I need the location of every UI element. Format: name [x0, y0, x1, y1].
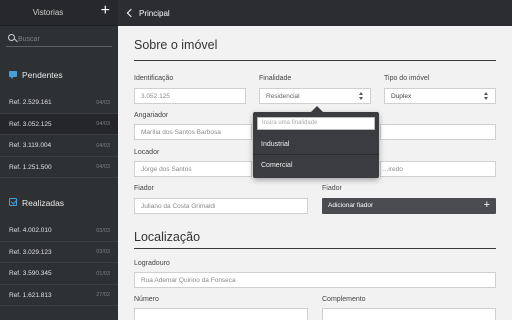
list-item-date: 03/03 [96, 227, 110, 234]
logradouro-field[interactable]: Rua Ademar Quirino da Fonseca [134, 272, 496, 288]
list-item-date: 03/03 [96, 249, 110, 255]
complemento-field[interactable] [322, 308, 496, 320]
list-item-date: 01/03 [96, 270, 110, 277]
back-button[interactable]: Principal [126, 6, 170, 20]
list-item-date: 04/03 [96, 99, 110, 106]
plus-icon: + [483, 199, 490, 211]
locador-label: Locador [134, 149, 160, 156]
complemento-label: Complemento [322, 296, 366, 303]
select-arrows-icon [359, 92, 364, 101]
list-item[interactable]: Ref. 4.002.010 03/03 [0, 220, 118, 242]
list-item[interactable]: Ref. 3.119.004 04/03 [0, 135, 118, 157]
chat-icon [9, 71, 17, 79]
list-item-ref: Ref. 4.002.010 [9, 227, 52, 234]
search-box[interactable] [6, 33, 112, 47]
locador-field[interactable]: Jorge dos Santos [134, 161, 252, 177]
sidebar-header: Vistorias + [0, 0, 118, 26]
tipo-select[interactable]: Duplex [384, 88, 496, 104]
add-fiador-button[interactable]: Adicionar fiador + [322, 198, 496, 214]
list-item-date: 04/03 [96, 142, 110, 149]
finalidade-value: Residencial [266, 93, 300, 100]
list-item[interactable]: Ref. 2.529.161 04/03 [0, 92, 118, 114]
list-item-ref: Ref. 3.052.125 [9, 120, 52, 128]
identificacao-field[interactable]: 3.052.125 [134, 88, 246, 104]
list-item-ref: Ref. 3.029.123 [9, 248, 52, 256]
section-divider [134, 60, 496, 61]
angariador-field[interactable]: Marília dos Santos Barbosa [134, 124, 252, 140]
section-title-localizacao: Localização [134, 230, 201, 244]
finalidade-select[interactable]: Residencial [259, 88, 371, 104]
chevron-left-icon [126, 8, 136, 18]
search-input[interactable] [18, 33, 110, 45]
option-industrial[interactable]: Industrial [253, 135, 379, 155]
checkbox-icon [9, 198, 17, 206]
list-item-ref: Ref. 1.251.500 [9, 163, 52, 171]
select-arrows-icon [484, 92, 489, 101]
section-title-sobre: Sobre o imóvel [134, 38, 218, 52]
list-item[interactable]: Ref. 1.621.813 27/02 [0, 285, 118, 306]
list-item-date: 04/03 [96, 121, 110, 127]
fiador1-label: Fiador [134, 185, 154, 192]
finalidade-new-input[interactable]: Insira uma finalidade [257, 117, 375, 130]
identificacao-label: Identificação [134, 75, 174, 82]
list-item-date: 04/03 [96, 164, 110, 170]
section-realizadas: Realizadas [0, 193, 118, 213]
list-item-ref: Ref. 1.621.813 [9, 291, 52, 299]
section-realizadas-label: Realizadas [22, 198, 65, 208]
fiador1-field[interactable]: Juliano da Costa Grimaldi [134, 198, 308, 214]
back-button-label: Principal [139, 8, 170, 18]
list-item[interactable]: Ref. 3.590.345 01/03 [0, 263, 118, 285]
add-vistoria-button[interactable]: + [101, 3, 110, 19]
logradouro-label: Logradouro [134, 260, 170, 267]
tipo-label: Tipo do imóvel [384, 75, 430, 82]
list-item-date: 27/02 [96, 292, 110, 298]
section-pendentes: Pendentes [0, 65, 118, 85]
sidebar-title: Vistorias [32, 8, 64, 17]
tipo-value: Duplex [391, 93, 412, 100]
section-divider [134, 248, 496, 249]
list-item-ref: Ref. 2.529.161 [9, 99, 52, 106]
finalidade-label: Finalidade [259, 75, 292, 82]
search-icon [8, 34, 15, 41]
finalidade-dropdown: Insira uma finalidade Industrial Comerci… [253, 106, 379, 178]
top-bar: Principal [118, 0, 512, 26]
angariador-field-2[interactable] [380, 124, 496, 140]
sidebar: Vistorias + Pendentes Ref. 2.529.161 04/… [0, 0, 118, 320]
list-item[interactable]: Ref. 1.251.500 04/03 [0, 157, 118, 178]
done-list: Ref. 4.002.010 03/03 Ref. 3.029.123 03/0… [0, 220, 118, 306]
section-pendentes-label: Pendentes [22, 70, 63, 80]
pending-list: Ref. 2.529.161 04/03 Ref. 3.052.125 04/0… [0, 92, 118, 178]
angariador-label: Angariador [134, 112, 169, 119]
numero-label: Número [134, 296, 159, 303]
list-item[interactable]: Ref. 3.029.123 03/03 [0, 242, 118, 263]
list-item-ref: Ref. 3.119.004 [9, 142, 52, 149]
numero-field[interactable] [134, 308, 308, 320]
list-item-selected[interactable]: Ref. 3.052.125 04/03 [0, 113, 118, 135]
locador-field-2[interactable]: ...iredo [380, 161, 496, 177]
list-item-ref: Ref. 3.590.345 [9, 270, 52, 277]
fiador2-label: Fiador [322, 185, 342, 192]
option-comercial[interactable]: Comercial [253, 156, 379, 176]
add-fiador-label: Adicionar fiador [328, 202, 374, 209]
